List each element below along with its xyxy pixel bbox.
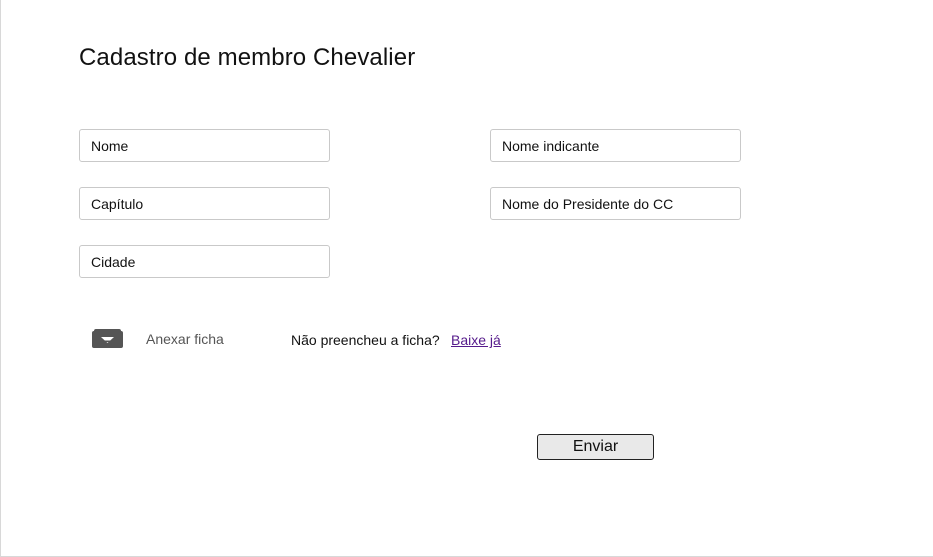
city-field[interactable]	[79, 245, 330, 278]
attach-form-button[interactable]: Anexar ficha	[91, 328, 224, 349]
form-not-filled-question: Não preencheu a ficha?	[291, 332, 440, 348]
name-field[interactable]	[79, 129, 330, 162]
page-title: Cadastro de membro Chevalier	[79, 44, 416, 71]
page-frame: Cadastro de membro Chevalier Anexar fich…	[0, 0, 933, 557]
cc-president-name-field[interactable]	[490, 187, 741, 220]
attach-form-label: Anexar ficha	[146, 330, 224, 347]
submit-button[interactable]: Enviar	[537, 434, 654, 460]
download-form-link[interactable]: Baixe já	[451, 332, 501, 348]
referrer-name-field[interactable]	[490, 129, 741, 162]
download-tray-icon	[92, 329, 123, 348]
chapter-field[interactable]	[79, 187, 330, 220]
